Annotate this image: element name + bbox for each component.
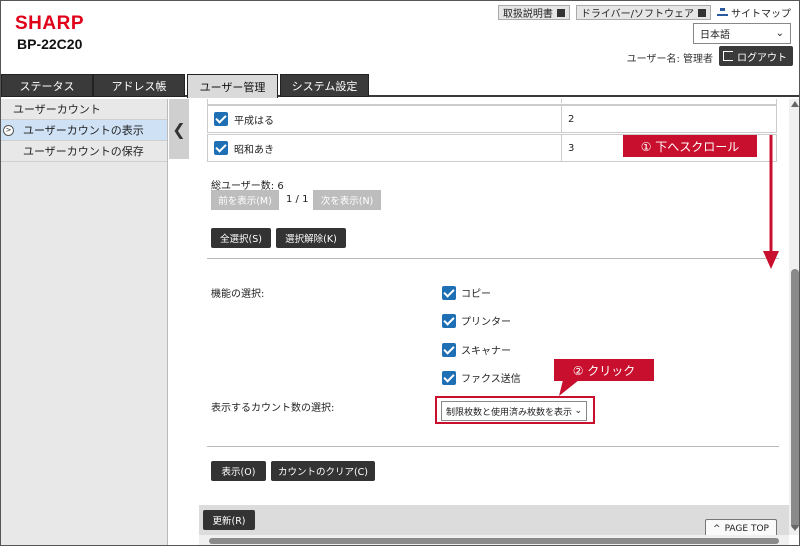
footer-bar bbox=[199, 505, 791, 535]
tab-status[interactable]: ステータス bbox=[1, 74, 93, 97]
display-button[interactable]: 表示(O) bbox=[211, 461, 266, 481]
prev-button[interactable]: 前を表示(M) bbox=[211, 190, 279, 210]
next-button[interactable]: 次を表示(N) bbox=[313, 190, 381, 210]
scroll-thumb[interactable] bbox=[791, 269, 799, 529]
scroll-down-arrow[interactable] bbox=[791, 525, 799, 531]
driver-link[interactable]: ドライバー/ソフトウェア bbox=[575, 5, 711, 20]
function-fax[interactable]: ファクス送信 bbox=[442, 370, 521, 385]
checkbox[interactable] bbox=[214, 141, 228, 155]
vertical-scrollbar[interactable] bbox=[789, 99, 799, 535]
tab-user-management[interactable]: ユーザー管理 bbox=[187, 74, 278, 98]
table-row: 平成はる 2 bbox=[207, 105, 777, 133]
model-name: BP-22C20 bbox=[17, 36, 83, 52]
function-copy[interactable]: コピー bbox=[442, 285, 491, 300]
checkbox[interactable] bbox=[442, 313, 456, 328]
download-icon bbox=[556, 8, 565, 17]
chevron-down-icon: ⌄ bbox=[775, 28, 784, 39]
screen: SHARP BP-22C20 取扱説明書 ドライバー/ソフトウェア サイトマップ… bbox=[0, 0, 800, 546]
checkbox[interactable] bbox=[442, 370, 456, 385]
sidebar-item-save[interactable]: ユーザーカウントの保存 bbox=[1, 141, 167, 162]
sidebar-title[interactable]: ユーザーカウント bbox=[1, 99, 167, 120]
count-select-label: 表示するカウント数の選択: bbox=[211, 403, 335, 414]
sitemap-link[interactable]: サイトマップ bbox=[717, 5, 791, 20]
manual-link[interactable]: 取扱説明書 bbox=[497, 5, 570, 20]
scroll-thumb[interactable] bbox=[209, 538, 779, 544]
logout-icon bbox=[723, 51, 733, 61]
checkbox[interactable] bbox=[442, 342, 456, 357]
function-printer[interactable]: プリンター bbox=[442, 313, 511, 328]
scroll-callout: ① 下へスクロール bbox=[623, 135, 757, 157]
horizontal-scrollbar[interactable] bbox=[199, 535, 789, 545]
deselect-button[interactable]: 選択解除(K) bbox=[276, 228, 346, 248]
sitemap-icon bbox=[717, 7, 728, 18]
divider bbox=[207, 258, 779, 259]
sharp-logo: SHARP bbox=[15, 13, 85, 34]
main-content: 平成はる 2 昭和あき 3 総ユーザー数: 6 前を表示(M) 1 / 1 次を… bbox=[189, 99, 789, 535]
clear-count-button[interactable]: カウントのクリア(C) bbox=[271, 461, 375, 481]
function-scanner[interactable]: スキャナー bbox=[442, 342, 511, 357]
sidebar-item-display[interactable]: > ユーザーカウントの表示 bbox=[1, 120, 167, 141]
sidebar: ユーザーカウント > ユーザーカウントの表示 ユーザーカウントの保存 bbox=[1, 99, 168, 545]
download-icon bbox=[698, 8, 706, 17]
main-tabs: ステータス アドレス帳 ユーザー管理 システム設定 bbox=[1, 74, 799, 98]
language-select[interactable]: 日本語 ⌄ bbox=[693, 23, 791, 44]
highlight-box bbox=[435, 396, 595, 424]
chevron-left-icon: ❮ bbox=[172, 119, 186, 139]
top-links: 取扱説明書 ドライバー/ソフトウェア サイトマップ bbox=[497, 5, 791, 20]
username-label: ユーザー名: 管理者 bbox=[626, 54, 713, 65]
tab-address-book[interactable]: アドレス帳 bbox=[93, 74, 185, 97]
sidebar-collapse-button[interactable]: ❮ bbox=[169, 99, 189, 159]
divider bbox=[207, 446, 779, 447]
page-indicator: 1 / 1 bbox=[286, 194, 309, 205]
checkbox[interactable] bbox=[214, 112, 228, 126]
chevron-up-icon: ^ bbox=[713, 524, 721, 534]
click-callout: ② クリック bbox=[554, 359, 654, 381]
chevron-right-icon: > bbox=[3, 125, 14, 136]
update-button[interactable]: 更新(R) bbox=[203, 510, 255, 530]
logout-button[interactable]: ログアウト bbox=[719, 46, 793, 66]
function-select-label: 機能の選択: bbox=[211, 289, 265, 300]
scroll-up-arrow[interactable] bbox=[791, 101, 799, 107]
scroll-arrow-annotation bbox=[763, 135, 779, 269]
select-all-button[interactable]: 全選択(S) bbox=[211, 228, 271, 248]
tab-system-settings[interactable]: システム設定 bbox=[280, 74, 369, 97]
checkbox[interactable] bbox=[442, 285, 456, 300]
